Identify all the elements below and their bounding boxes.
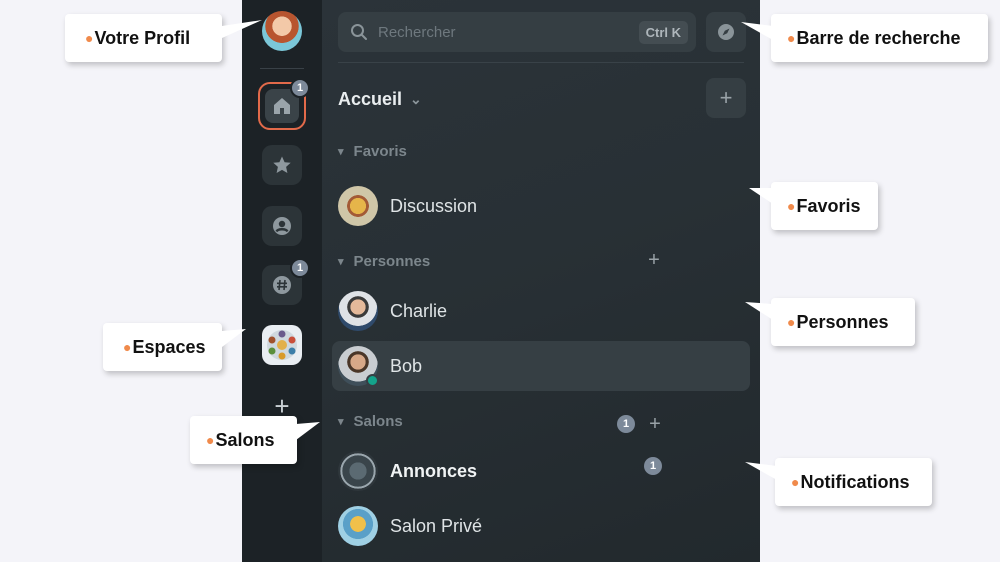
spaces-rail: 1 1 + <box>242 0 322 562</box>
search-shortcut: Ctrl K <box>638 20 688 44</box>
callout-notifications: ● Notifications <box>775 458 932 506</box>
people-space-button[interactable] <box>262 206 302 246</box>
callout-dot: ● <box>206 432 215 448</box>
section-favorites-header[interactable]: ▾ Favoris <box>338 140 407 162</box>
compass-icon <box>718 24 734 40</box>
list-item-annonces[interactable]: Annonces <box>332 446 750 496</box>
callout-pointer <box>749 188 773 204</box>
header-divider <box>338 62 744 63</box>
callout-favorites: ● Favoris <box>771 182 878 230</box>
rooms-badge: 1 <box>290 258 310 278</box>
callout-dot: ● <box>85 30 94 46</box>
chevron-down-icon: ▾ <box>338 255 344 268</box>
callout-pointer <box>745 302 773 320</box>
callout-pointer <box>296 422 320 440</box>
add-button[interactable]: + <box>706 78 746 118</box>
section-people-header[interactable]: ▾ Personnes <box>338 250 430 272</box>
section-title: Salons <box>353 412 403 430</box>
person-name: Charlie <box>390 300 448 321</box>
list-item-salon-prive[interactable]: Salon Privé <box>332 501 750 551</box>
explore-rooms-button[interactable] <box>706 12 746 52</box>
room-name: Discussion <box>390 195 478 216</box>
room-list-panel: Rechercher Ctrl K Accueil ⌄ + ▾ Favoris … <box>322 0 760 562</box>
callout-dot: ● <box>787 198 796 214</box>
room-avatar <box>338 186 378 226</box>
room-name: Salon Privé <box>390 515 483 536</box>
favorites-space-button[interactable] <box>262 145 302 185</box>
person-name: Bob <box>390 355 423 376</box>
person-avatar <box>338 291 378 331</box>
callout-dot: ● <box>123 339 132 355</box>
chevron-down-icon: ⌄ <box>410 90 422 107</box>
callout-people: ● Personnes <box>771 298 915 346</box>
callout-dot: ● <box>791 474 800 490</box>
search-placeholder: Rechercher <box>378 23 456 41</box>
home-badge: 1 <box>290 78 310 98</box>
search-input[interactable]: Rechercher Ctrl K <box>338 12 696 52</box>
list-item-charlie[interactable]: Charlie <box>332 286 750 336</box>
callout-pointer <box>741 22 773 40</box>
chevron-down-icon: ▾ <box>338 415 344 428</box>
room-name: Annonces <box>390 460 478 481</box>
list-item-discussion[interactable]: Discussion <box>332 181 750 231</box>
callout-rooms: ● Salons <box>190 416 297 464</box>
unread-badge: 1 <box>644 457 662 475</box>
space-logo-icon <box>267 330 297 360</box>
rooms-count-badge: 1 <box>617 415 635 433</box>
list-item-bob[interactable]: Bob <box>332 341 750 391</box>
callout-dot: ● <box>787 30 796 46</box>
person-avatar <box>338 346 379 387</box>
section-rooms-header[interactable]: ▾ Salons <box>338 410 403 432</box>
callout-dot: ● <box>787 314 796 330</box>
user-avatar[interactable] <box>262 11 302 51</box>
home-icon <box>274 98 290 114</box>
home-title: Accueil <box>338 88 403 109</box>
section-title: Personnes <box>353 252 431 270</box>
room-avatar <box>338 506 378 546</box>
rail-divider <box>260 68 304 69</box>
chevron-down-icon: ▾ <box>338 145 344 158</box>
callout-spaces: ● Espaces <box>103 323 222 371</box>
add-person-button[interactable]: + <box>644 249 664 271</box>
hash-icon <box>273 276 291 294</box>
callout-profile: ● Votre Profil <box>65 14 222 62</box>
home-menu[interactable]: Accueil ⌄ <box>338 87 422 111</box>
callout-search: ● Barre de recherche <box>771 14 988 62</box>
room-avatar <box>338 451 378 491</box>
add-room-button[interactable]: + <box>645 413 665 435</box>
person-icon <box>273 217 291 235</box>
search-icon <box>351 24 367 40</box>
section-title: Favoris <box>353 142 407 160</box>
callout-pointer <box>745 462 777 480</box>
callout-pointer <box>222 20 262 38</box>
online-status-dot <box>366 374 379 387</box>
space-avatar[interactable] <box>262 325 302 365</box>
app-window: 1 1 + Rechercher Ctrl K Accueil ⌄ + ▾ Fa… <box>242 0 760 562</box>
callout-pointer <box>222 329 246 347</box>
star-icon <box>273 156 291 173</box>
